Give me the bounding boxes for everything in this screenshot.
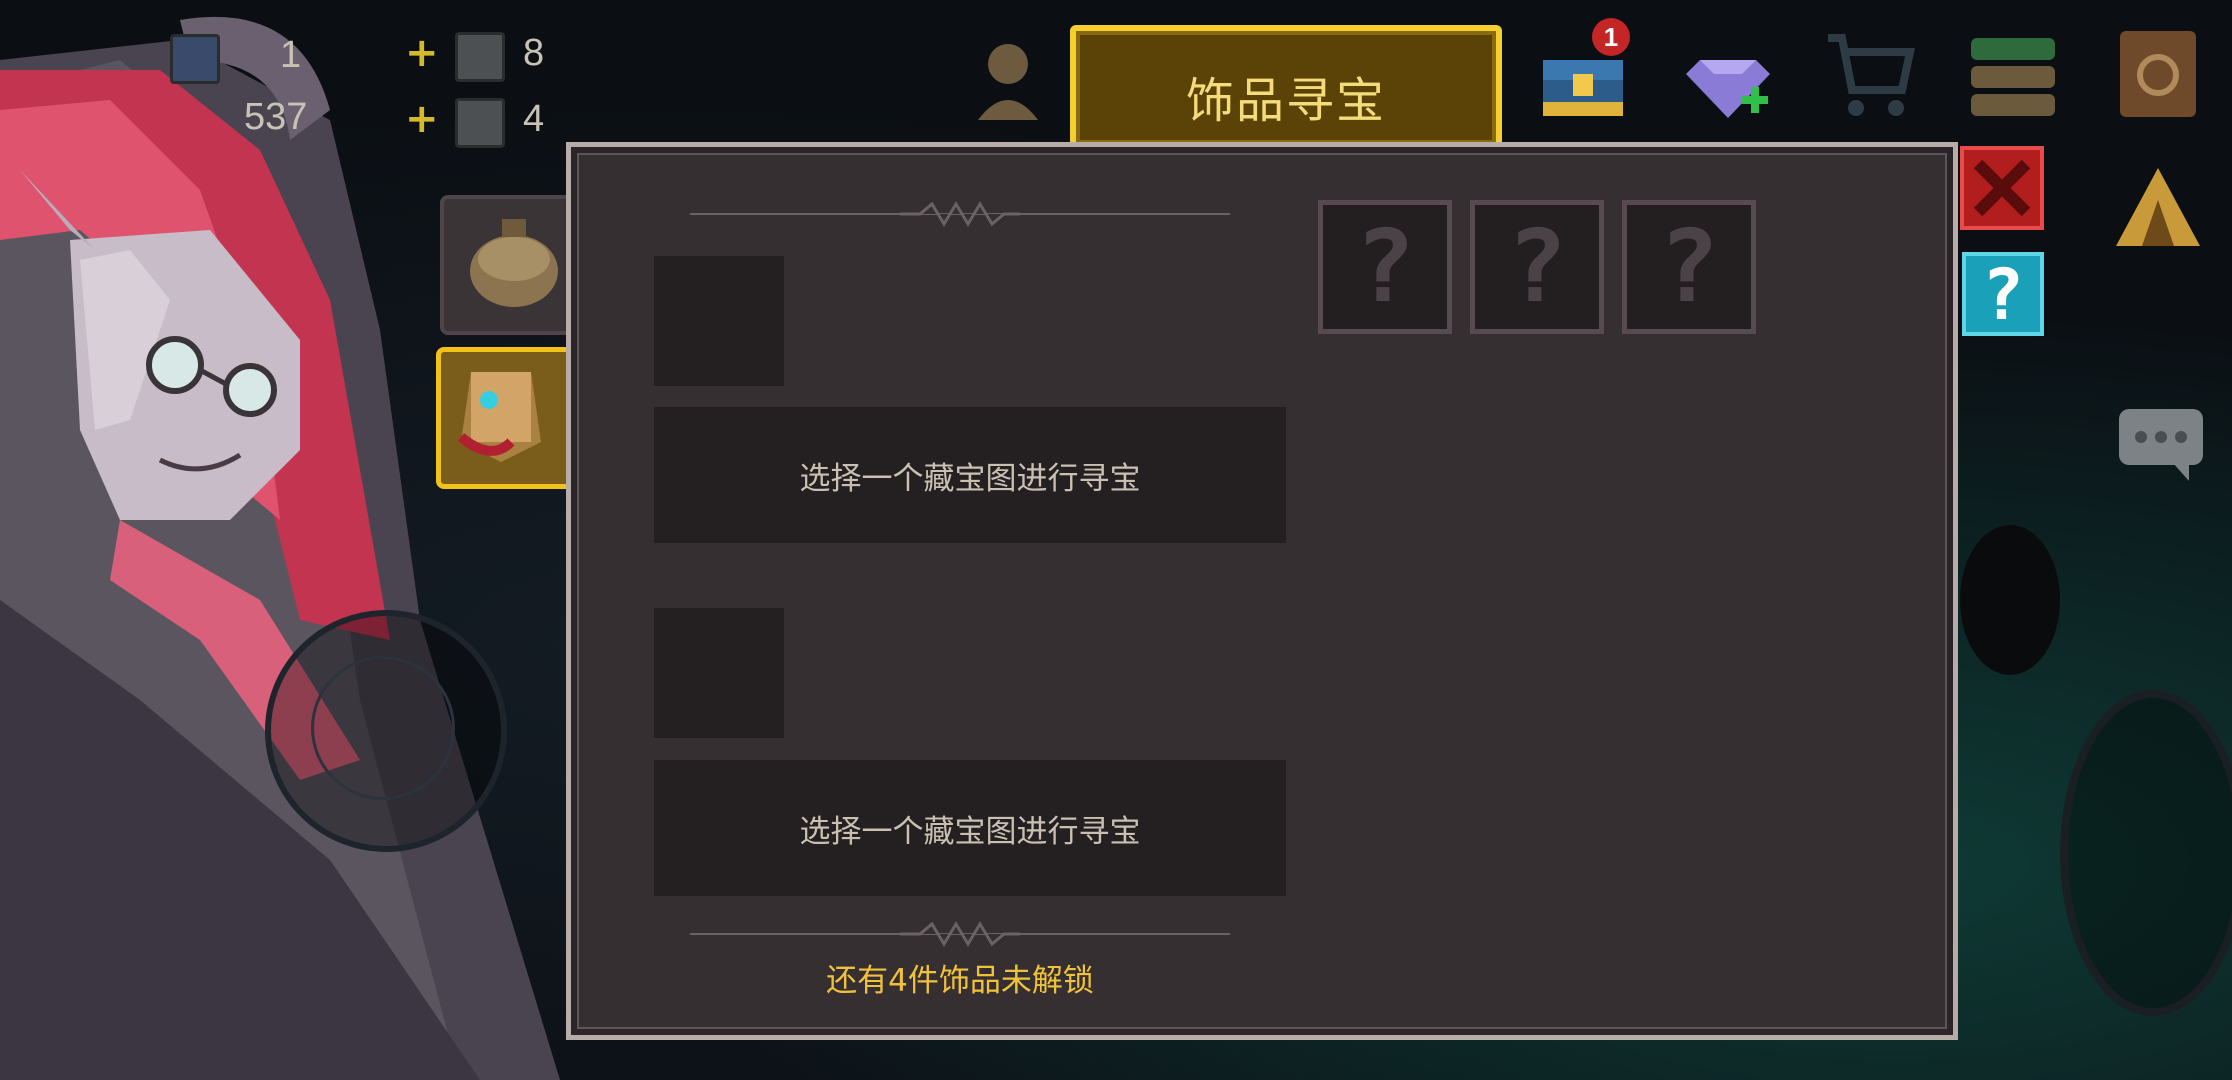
tab-accessory-treasure-hunt[interactable]: 饰品寻宝	[1070, 25, 1502, 150]
bottom-ornament-icon	[900, 921, 1020, 947]
locked-accessories-message: 还有4件饰品未解锁	[826, 963, 1094, 999]
help-button[interactable]: ?	[1962, 252, 2044, 336]
chest-notification-badge: 1	[1592, 18, 1630, 56]
treasure-map-slot-2-icon-area[interactable]	[654, 608, 784, 738]
treasure-map-slot-1[interactable]: 选择一个藏宝图进行寻宝	[654, 407, 1286, 543]
svg-text:?: ?	[1355, 208, 1415, 325]
question-mark-icon: ?	[1355, 208, 1415, 325]
treasure-map-slot-1-icon-area[interactable]	[654, 256, 784, 386]
add-material-1-icon[interactable]: +	[405, 30, 439, 76]
character-portrait-icon[interactable]	[960, 30, 1056, 126]
add-material-2-icon[interactable]: +	[405, 96, 439, 142]
help-icon: ?	[1981, 254, 2025, 336]
skill-button[interactable]	[1960, 525, 2060, 675]
gem-add-icon[interactable]	[1680, 30, 1776, 126]
material-1-count: 8	[523, 32, 545, 74]
attack-joystick[interactable]	[2060, 690, 2232, 1016]
tab-treasure-map[interactable]	[436, 347, 576, 489]
page-title: 饰品寻宝	[1185, 73, 1386, 129]
material-1-icon	[455, 32, 505, 82]
menu-stack-icon[interactable]	[1965, 28, 2061, 124]
question-mark-icon: ?	[1507, 208, 1567, 325]
close-button[interactable]	[1960, 146, 2044, 230]
joystick-ring	[311, 656, 455, 800]
material-2-icon	[455, 98, 505, 148]
resource-1-value: 1	[280, 34, 302, 76]
movement-joystick[interactable]	[265, 610, 507, 852]
unknown-reward-2[interactable]: ?	[1470, 200, 1604, 334]
treasure-map-icon	[457, 372, 541, 462]
vampire-character-art	[0, 0, 640, 1080]
material-2-count: 4	[523, 98, 545, 140]
book-icon[interactable]	[2110, 25, 2206, 121]
slot-2-prompt: 选择一个藏宝图进行寻宝	[799, 814, 1141, 850]
unknown-reward-1[interactable]: ?	[1318, 200, 1452, 334]
gem-resource-icon	[170, 34, 220, 84]
question-mark-icon: ?	[1659, 208, 1719, 325]
svg-text:?: ?	[1659, 208, 1719, 325]
svg-text:?: ?	[1507, 208, 1567, 325]
unknown-reward-3[interactable]: ?	[1622, 200, 1756, 334]
shop-cart-icon[interactable]	[1822, 28, 1918, 124]
close-icon	[1973, 159, 2031, 217]
tab-backpack[interactable]	[440, 195, 578, 335]
slot-1-prompt: 选择一个藏宝图进行寻宝	[799, 461, 1141, 497]
backpack-icon	[470, 219, 558, 307]
chat-icon[interactable]	[2115, 405, 2207, 485]
treasure-map-slot-2[interactable]: 选择一个藏宝图进行寻宝	[654, 760, 1286, 896]
top-ornament-icon	[900, 201, 1020, 227]
resource-2-value: 537	[244, 96, 308, 138]
tent-icon[interactable]	[2110, 160, 2206, 256]
